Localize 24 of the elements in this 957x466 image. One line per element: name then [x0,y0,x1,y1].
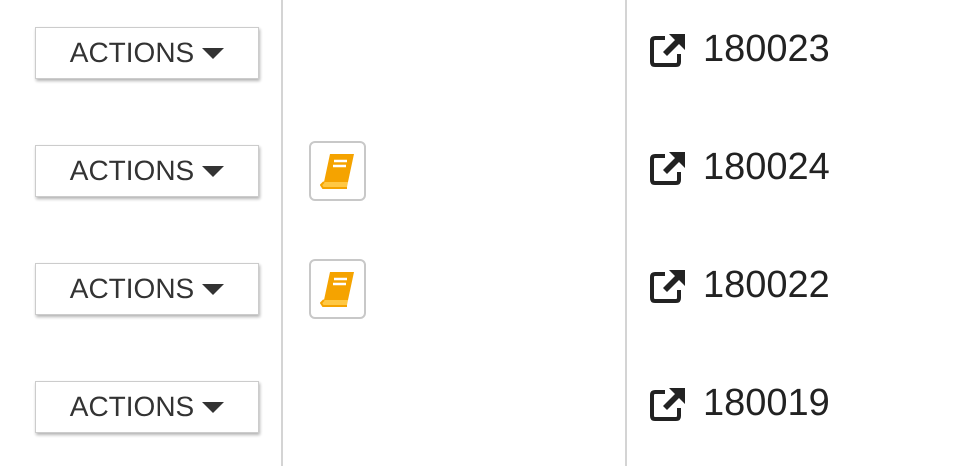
record-id: 180022 [703,264,830,307]
book-icon [320,152,356,190]
record-link[interactable]: 180022 [649,264,830,307]
record-id: 180019 [703,382,830,425]
book-icon [320,270,356,308]
caret-icon [202,48,224,58]
record-link[interactable]: 180019 [649,382,830,425]
caret-icon [202,402,224,412]
record-id: 180023 [703,28,830,71]
actions-button[interactable]: ACTIONS [35,381,259,433]
notes-button[interactable] [309,141,366,201]
external-link-icon [649,32,687,68]
notes-button[interactable] [309,259,366,319]
actions-button[interactable]: ACTIONS [35,263,259,315]
caret-icon [202,166,224,176]
record-link[interactable]: 180023 [649,28,830,71]
actions-button[interactable]: ACTIONS [35,145,259,197]
record-id: 180024 [703,146,830,189]
external-link-icon [649,268,687,304]
actions-button[interactable]: ACTIONS [35,27,259,79]
caret-icon [202,284,224,294]
record-link[interactable]: 180024 [649,146,830,189]
external-link-icon [649,150,687,186]
external-link-icon [649,386,687,422]
